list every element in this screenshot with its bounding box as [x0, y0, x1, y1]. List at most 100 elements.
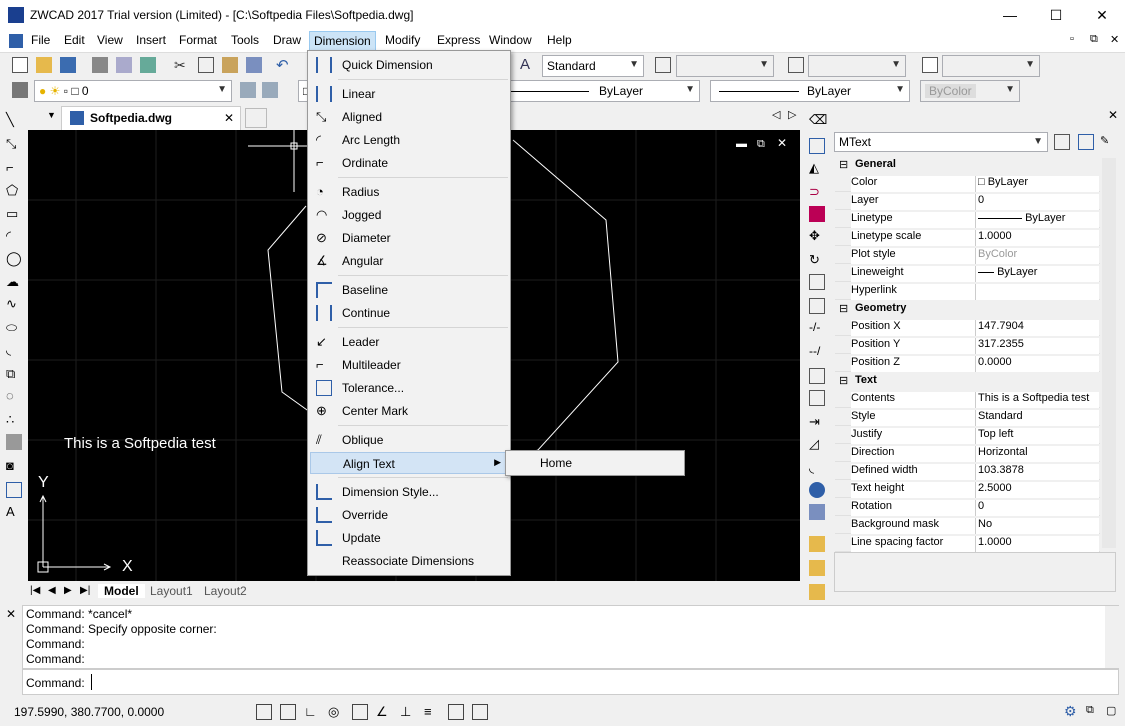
tab-layout1[interactable]: Layout1 [150, 584, 193, 598]
menu-item-baseline[interactable]: Baseline [310, 279, 508, 301]
polygon-icon[interactable]: ⬠ [6, 182, 22, 198]
prop-value[interactable]: 147.7904 [975, 320, 1099, 336]
line-icon[interactable]: ╲ [6, 112, 22, 128]
prop-row[interactable]: Direction Horizontal [835, 444, 1100, 462]
menu-express[interactable]: Express [437, 33, 480, 47]
quick-select-icon[interactable]: ✎ [1100, 134, 1116, 150]
grid-toggle-icon[interactable] [256, 704, 272, 720]
arc-icon[interactable]: ◜ [6, 228, 22, 244]
menu-edit[interactable]: Edit [64, 33, 85, 47]
prop-value[interactable]: 0.0000 [975, 356, 1099, 372]
circle-icon[interactable]: ◯ [6, 250, 22, 266]
menu-item-multileader[interactable]: ⌐ Multileader [310, 354, 508, 376]
lineweight-toggle-icon[interactable]: ≡ [424, 704, 440, 720]
ellipse-arc-icon[interactable]: ◟ [6, 342, 22, 358]
osnap-toggle-icon[interactable] [352, 704, 368, 720]
menu-dimension[interactable]: Dimension [309, 31, 376, 51]
erase-icon[interactable]: ⌫ [809, 112, 827, 128]
menu-item-linear[interactable]: Linear [310, 83, 508, 105]
menu-insert[interactable]: Insert [136, 33, 166, 47]
prop-row[interactable]: Plot style ByColor [835, 246, 1100, 264]
prop-row[interactable]: Color □ ByLayer [835, 174, 1100, 192]
ellipse-icon[interactable]: ⬭ [6, 320, 22, 336]
menu-item-diameter[interactable]: ⊘ Diameter [310, 227, 508, 249]
copy-icon[interactable] [198, 57, 214, 73]
prop-value[interactable]: Horizontal [975, 446, 1099, 462]
menu-modify[interactable]: Modify [385, 33, 420, 47]
maximize-button[interactable]: ☐ [1033, 0, 1079, 30]
break-icon[interactable] [809, 368, 825, 384]
edit-polyline-icon[interactable] [809, 504, 825, 520]
submenu-item-home[interactable]: Home [508, 453, 682, 473]
prop-row[interactable]: Linetype scale 1.0000 [835, 228, 1100, 246]
menu-item-dimension-style[interactable]: Dimension Style... [310, 481, 508, 503]
first-tab-icon[interactable]: |◀ [30, 585, 40, 596]
fullscreen-icon[interactable]: ▢ [1106, 704, 1122, 720]
offset-icon[interactable]: ⊃ [809, 184, 825, 200]
menu-item-tolerance[interactable]: Tolerance... [310, 377, 508, 399]
menu-item-oblique[interactable]: ⫽ Oblique [310, 429, 508, 451]
rotate-icon[interactable]: ↻ [809, 252, 825, 268]
select-objects-icon[interactable] [1078, 134, 1094, 150]
last-tab-icon[interactable]: ▶| [80, 585, 90, 596]
doc-restore-button[interactable]: ⧉ [1090, 33, 1098, 46]
plotstyle-select[interactable]: ByColor ▼ [920, 80, 1020, 102]
viewport-restore-icon[interactable]: ⧉ [757, 138, 765, 151]
toggle-pickadd-icon[interactable] [1054, 134, 1070, 150]
prop-value[interactable]: □ ByLayer [975, 176, 1099, 192]
break-at-point-icon[interactable] [809, 390, 825, 406]
xline-icon[interactable]: ⤡ [6, 136, 22, 152]
prop-value[interactable]: No [975, 518, 1099, 534]
menu-draw[interactable]: Draw [273, 33, 301, 47]
join-icon[interactable]: ⇥ [809, 414, 825, 430]
properties-scrollbar[interactable] [1102, 158, 1116, 548]
prop-row[interactable]: Lineweight ByLayer [835, 264, 1100, 282]
prop-value[interactable]: ByColor [975, 248, 1099, 264]
menu-item-quick-dimension[interactable]: Quick Dimension [310, 54, 508, 76]
group-text[interactable]: ⊟ Text [835, 372, 1100, 390]
stretch-icon[interactable] [809, 298, 825, 314]
prop-row[interactable]: Defined width 103.3878 [835, 462, 1100, 480]
copy-object-icon[interactable] [809, 138, 825, 154]
menu-item-leader[interactable]: ↙ Leader [310, 331, 508, 353]
otrack-toggle-icon[interactable]: ∠ [376, 704, 392, 720]
menu-item-center-mark[interactable]: ⊕ Center Mark [310, 400, 508, 422]
prop-row[interactable]: Rotation 0 [835, 498, 1100, 516]
linetype-select[interactable]: ByLayer ▼ [478, 80, 700, 102]
menu-item-override[interactable]: Override [310, 504, 508, 526]
menu-help[interactable]: Help [547, 33, 572, 47]
menu-tools[interactable]: Tools [231, 33, 259, 47]
menu-item-arc-length[interactable]: ◜ Arc Length [310, 129, 508, 151]
menu-item-reassociate-dimensions[interactable]: Reassociate Dimensions [310, 550, 508, 572]
menu-item-aligned[interactable]: ⤡ Aligned [310, 106, 508, 128]
mtext-icon[interactable]: A [6, 504, 22, 520]
prop-row[interactable]: Text height 2.5000 [835, 480, 1100, 498]
save-icon[interactable] [60, 57, 76, 73]
menu-item-align-text[interactable]: Align Text ▶ [310, 452, 508, 474]
undo-icon[interactable]: ↶ [276, 56, 292, 74]
layer-previous-icon[interactable] [262, 82, 278, 98]
prop-row[interactable]: Background mask No [835, 516, 1100, 534]
polyline-icon[interactable]: ⌐ [6, 160, 22, 176]
menu-item-jogged[interactable]: ◠ Jogged [310, 204, 508, 226]
command-input[interactable]: Command: [22, 669, 1119, 695]
insert-block-icon[interactable]: ⧉ [6, 366, 22, 382]
object-type-select[interactable]: MText ▼ [834, 132, 1048, 152]
table-style-select[interactable]: ▼ [808, 55, 906, 77]
new-icon[interactable] [12, 57, 28, 73]
menu-window[interactable]: Window [489, 33, 532, 47]
prop-row[interactable]: Position X 147.7904 [835, 318, 1100, 336]
menu-item-continue[interactable]: Continue [310, 302, 508, 324]
rectangle-icon[interactable]: ▭ [6, 206, 22, 222]
doc-minimize-button[interactable]: ▫ [1070, 33, 1074, 45]
draworder-above-icon[interactable] [809, 584, 825, 600]
text-style-select[interactable]: Standard ▼ [542, 55, 644, 77]
polar-toggle-icon[interactable]: ◎ [328, 704, 344, 720]
mtext-object[interactable]: This is a Softpedia test [64, 435, 216, 452]
prop-row[interactable]: Line spacing factor 1.0000 [835, 534, 1100, 552]
revcloud-icon[interactable]: ☁ [6, 274, 22, 290]
prop-row[interactable]: Justify Top left [835, 426, 1100, 444]
tab-close-icon[interactable]: ✕ [224, 111, 234, 125]
panel-close-icon[interactable]: ✕ [1108, 108, 1118, 122]
match-properties-icon[interactable] [246, 57, 262, 73]
